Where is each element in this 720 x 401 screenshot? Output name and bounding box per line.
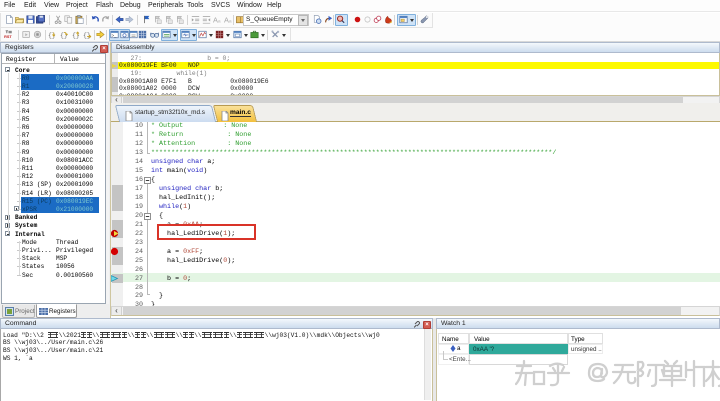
- svg-text:a: a: [229, 19, 232, 24]
- svg-text:RST: RST: [4, 35, 12, 39]
- svg-text:a: a: [218, 19, 221, 24]
- svg-text:{}: {}: [60, 32, 68, 39]
- svg-text:>_: >_: [112, 34, 117, 39]
